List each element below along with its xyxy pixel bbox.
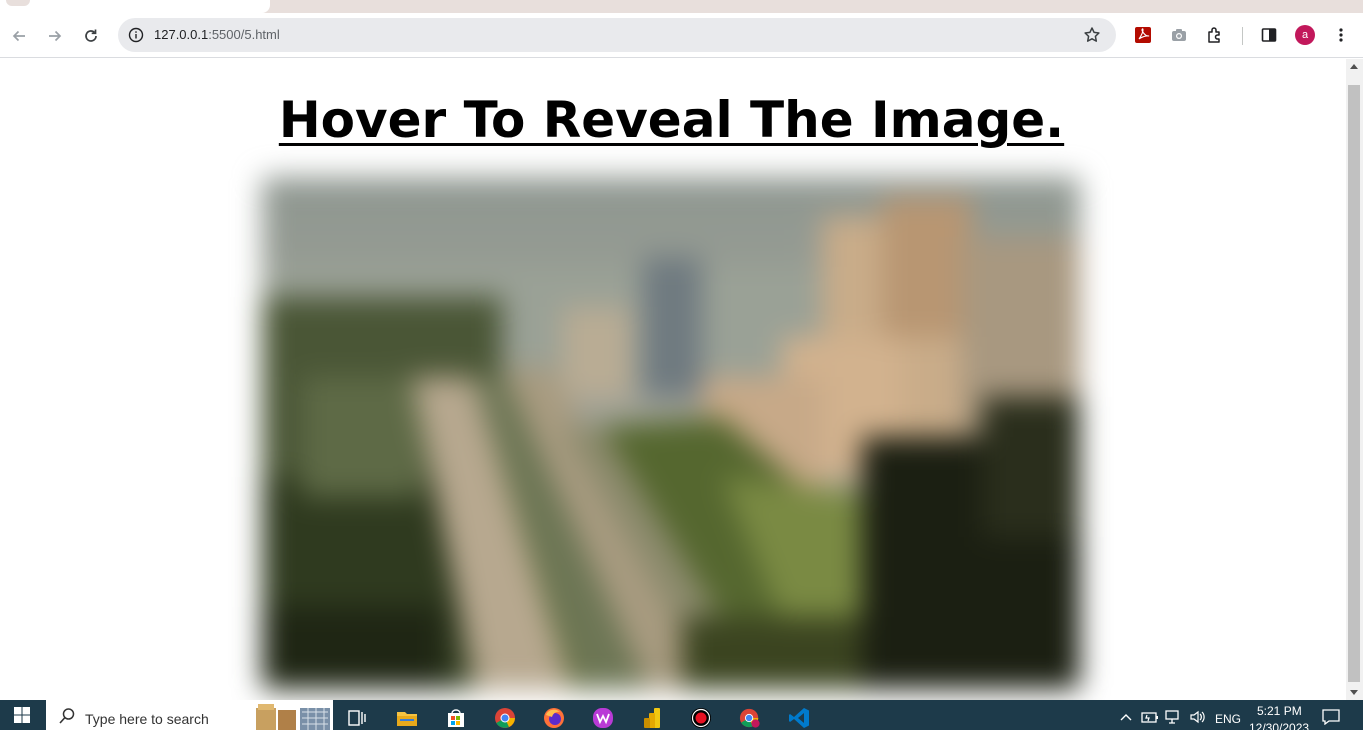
reload-icon xyxy=(85,29,97,42)
tab-strip xyxy=(0,0,1363,13)
forward-button[interactable] xyxy=(41,22,69,50)
chevron-up-icon[interactable] xyxy=(1119,712,1133,722)
search-icon xyxy=(59,708,75,724)
url-host: 127.0.0.1 xyxy=(154,27,209,42)
taskbar-search-placeholder: Type here to search xyxy=(85,711,209,727)
url-text[interactable]: 127.0.0.1:5500/5.html xyxy=(154,27,280,42)
windows-taskbar: Type here to search ENG 5:21 PM 12/30/20… xyxy=(0,700,1363,735)
pdf-extension-icon[interactable] xyxy=(1131,23,1155,47)
taskbar-search-box[interactable]: Type here to search xyxy=(46,700,333,730)
toolbar-divider xyxy=(1242,27,1243,45)
scroll-down-icon[interactable] xyxy=(1350,690,1358,695)
menu-kebab-icon[interactable] xyxy=(1329,23,1353,47)
wps-office-icon[interactable] xyxy=(592,707,614,729)
clock-date[interactable]: 12/30/2023 xyxy=(1249,721,1309,735)
clock-time[interactable]: 5:21 PM xyxy=(1257,704,1302,718)
language-indicator[interactable]: ENG xyxy=(1215,712,1241,726)
bookmark-star-icon[interactable] xyxy=(1080,23,1104,47)
screen-recorder-icon[interactable] xyxy=(690,707,712,729)
file-explorer-icon[interactable] xyxy=(396,707,418,729)
side-panel-icon[interactable] xyxy=(1257,23,1281,47)
page-viewport: Hover To Reveal The Image. xyxy=(0,59,1346,700)
arrow-left-icon xyxy=(12,30,25,42)
power-bi-icon[interactable] xyxy=(641,707,663,729)
arrow-right-icon xyxy=(49,30,62,42)
blurred-city-photo xyxy=(262,177,1080,689)
camera-extension-icon[interactable] xyxy=(1167,23,1191,47)
firefox-icon[interactable] xyxy=(543,707,565,729)
search-highlight-image xyxy=(256,704,330,730)
notification-center-icon[interactable] xyxy=(1322,709,1340,725)
volume-icon[interactable] xyxy=(1189,710,1207,724)
profile-avatar[interactable]: a xyxy=(1295,25,1315,45)
page-heading: Hover To Reveal The Image. xyxy=(278,91,1065,149)
reload-button[interactable] xyxy=(77,22,105,50)
scrollbar-thumb[interactable] xyxy=(1348,85,1360,682)
system-tray: ENG 5:21 PM 12/30/2023 xyxy=(1117,700,1363,735)
chrome-profile-icon[interactable] xyxy=(739,707,761,729)
vertical-scrollbar[interactable] xyxy=(1346,59,1363,700)
windows-logo-icon xyxy=(14,707,30,723)
site-info-icon[interactable] xyxy=(124,23,148,47)
chrome-icon[interactable] xyxy=(494,707,516,729)
battery-icon[interactable] xyxy=(1141,710,1159,724)
microsoft-store-icon[interactable] xyxy=(445,707,467,729)
back-button[interactable] xyxy=(5,22,33,50)
network-icon[interactable] xyxy=(1165,710,1183,724)
task-view-icon[interactable] xyxy=(346,707,368,729)
active-tab[interactable] xyxy=(0,0,270,13)
browser-toolbar: 127.0.0.1:5500/5.html a xyxy=(0,13,1363,58)
tab-corner xyxy=(6,0,30,6)
vscode-icon[interactable] xyxy=(788,707,810,729)
scroll-up-icon[interactable] xyxy=(1350,64,1358,69)
extensions-puzzle-icon[interactable] xyxy=(1203,23,1227,47)
start-button[interactable] xyxy=(0,700,44,730)
url-path: :5500/5.html xyxy=(208,27,280,42)
address-bar[interactable]: 127.0.0.1:5500/5.html xyxy=(118,18,1116,52)
hover-reveal-image[interactable] xyxy=(262,177,1080,689)
